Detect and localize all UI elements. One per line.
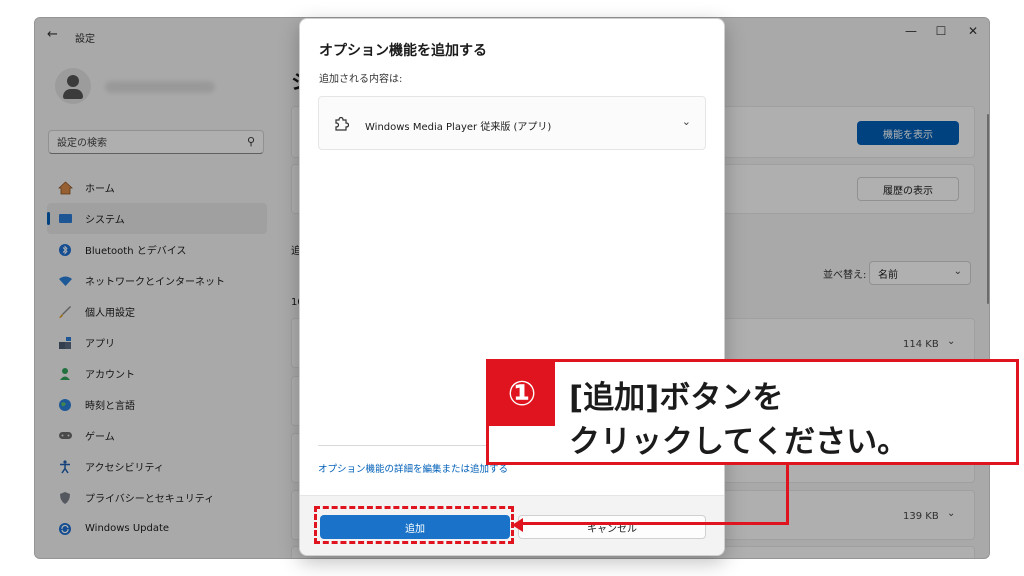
callout-connector (786, 464, 789, 525)
add-optional-feature-dialog: オプション機能を追加する 追加される内容は: Windows Media Pla… (299, 18, 725, 556)
feature-name: Windows Media Player 従来版 (アプリ) (365, 122, 552, 133)
screen: ← 設定 — ☐ ✕ ⚲ ホーム システム Blu (0, 0, 1024, 576)
chevron-down-icon[interactable]: ⌄ (682, 115, 691, 128)
step-badge: ① (489, 362, 555, 426)
puzzle-icon (333, 116, 350, 136)
cancel-button[interactable]: キャンセル (518, 515, 706, 539)
add-button-highlight (314, 506, 514, 544)
instruction-callout: ① [追加]ボタンを クリックしてください。 (486, 359, 1019, 465)
arrow-head-icon (512, 518, 523, 532)
instruction-line-1: [追加]ボタンを (569, 380, 784, 416)
dialog-subtitle: 追加される内容は: (319, 74, 403, 85)
callout-connector (520, 522, 789, 525)
dialog-title: オプション機能を追加する (319, 43, 487, 59)
instruction-line-2: クリックしてください。 (569, 424, 909, 460)
edit-features-link[interactable]: オプション機能の詳細を編集または追加する (318, 461, 508, 475)
feature-item[interactable]: Windows Media Player 従来版 (アプリ) ⌄ (318, 96, 706, 150)
